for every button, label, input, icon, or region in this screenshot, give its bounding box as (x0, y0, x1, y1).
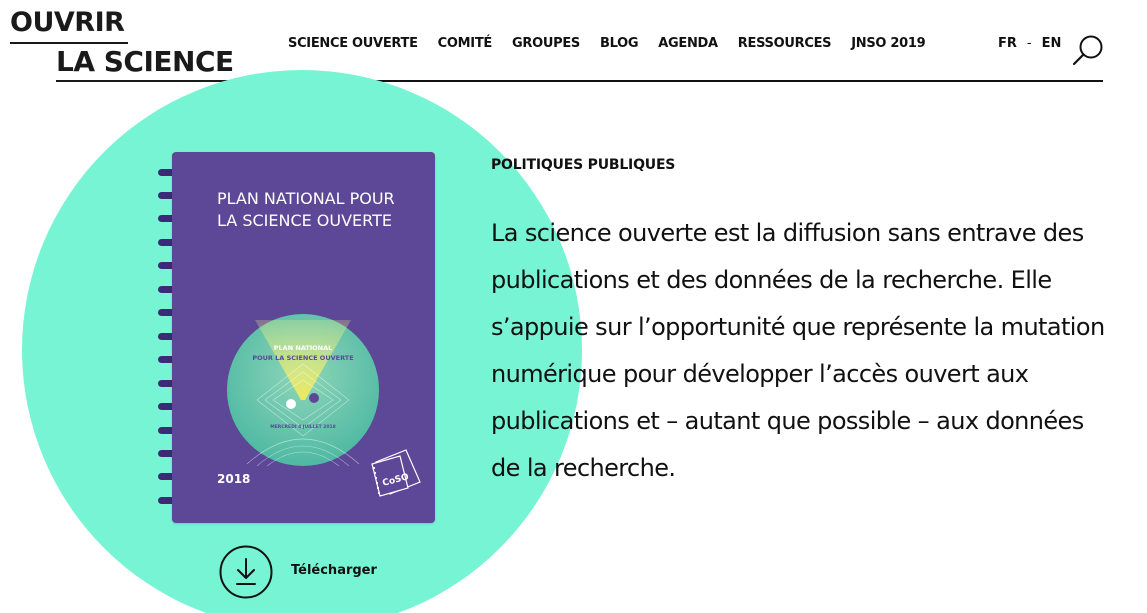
download-button[interactable] (219, 545, 273, 599)
report-title: PLAN NATIONAL POUR LA SCIENCE OUVERTE (217, 189, 395, 230)
language-switcher: FR - EN (998, 36, 1061, 51)
section-label: POLITIQUES PUBLIQUES (491, 157, 676, 173)
download-label[interactable]: Télécharger (291, 563, 377, 578)
nav-item-groupes[interactable]: GROUPES (512, 36, 580, 51)
search-icon[interactable] (1070, 33, 1106, 67)
coso-stamp-icon: CoSO (371, 449, 421, 497)
report-year: 2018 (217, 472, 251, 486)
nav-item-comite[interactable]: COMITÉ (438, 36, 493, 51)
medallion-line-1: PLAN NATIONAL (274, 344, 333, 352)
logo-line-2: LA SCIENCE (56, 45, 234, 78)
nav-item-agenda[interactable]: AGENDA (658, 36, 718, 51)
header-divider (278, 80, 1103, 82)
report-cover[interactable]: PLAN NATIONAL POUR LA SCIENCE OUVERTE PL… (172, 152, 435, 523)
site-logo[interactable]: OUVRIR LA SCIENCE (10, 6, 234, 84)
medallion-line-2: POUR LA SCIENCE OUVERTE (252, 354, 353, 362)
nav-item-ressources[interactable]: RESSOURCES (738, 36, 832, 51)
logo-underline-2 (56, 80, 228, 82)
nav-item-science-ouverte[interactable]: SCIENCE OUVERTE (288, 36, 418, 51)
lang-fr-link[interactable]: FR (998, 36, 1017, 51)
main-nav: SCIENCE OUVERTE COMITÉ GROUPES BLOG AGEN… (288, 36, 926, 51)
logo-line-1: OUVRIR (10, 7, 125, 38)
nav-item-blog[interactable]: BLOG (600, 36, 639, 51)
report-medallion: PLAN NATIONAL POUR LA SCIENCE OUVERTE ME… (227, 314, 379, 466)
logo-underline-1 (10, 42, 128, 44)
nav-item-jnso-2019[interactable]: JNSO 2019 (851, 36, 925, 51)
lang-separator: - (1026, 36, 1032, 51)
medallion-date: MERCREDI 4 JUILLET 2018 (270, 424, 336, 430)
lead-paragraph: La science ouverte est la diffusion sans… (491, 219, 1105, 482)
lang-en-link[interactable]: EN (1042, 36, 1062, 51)
